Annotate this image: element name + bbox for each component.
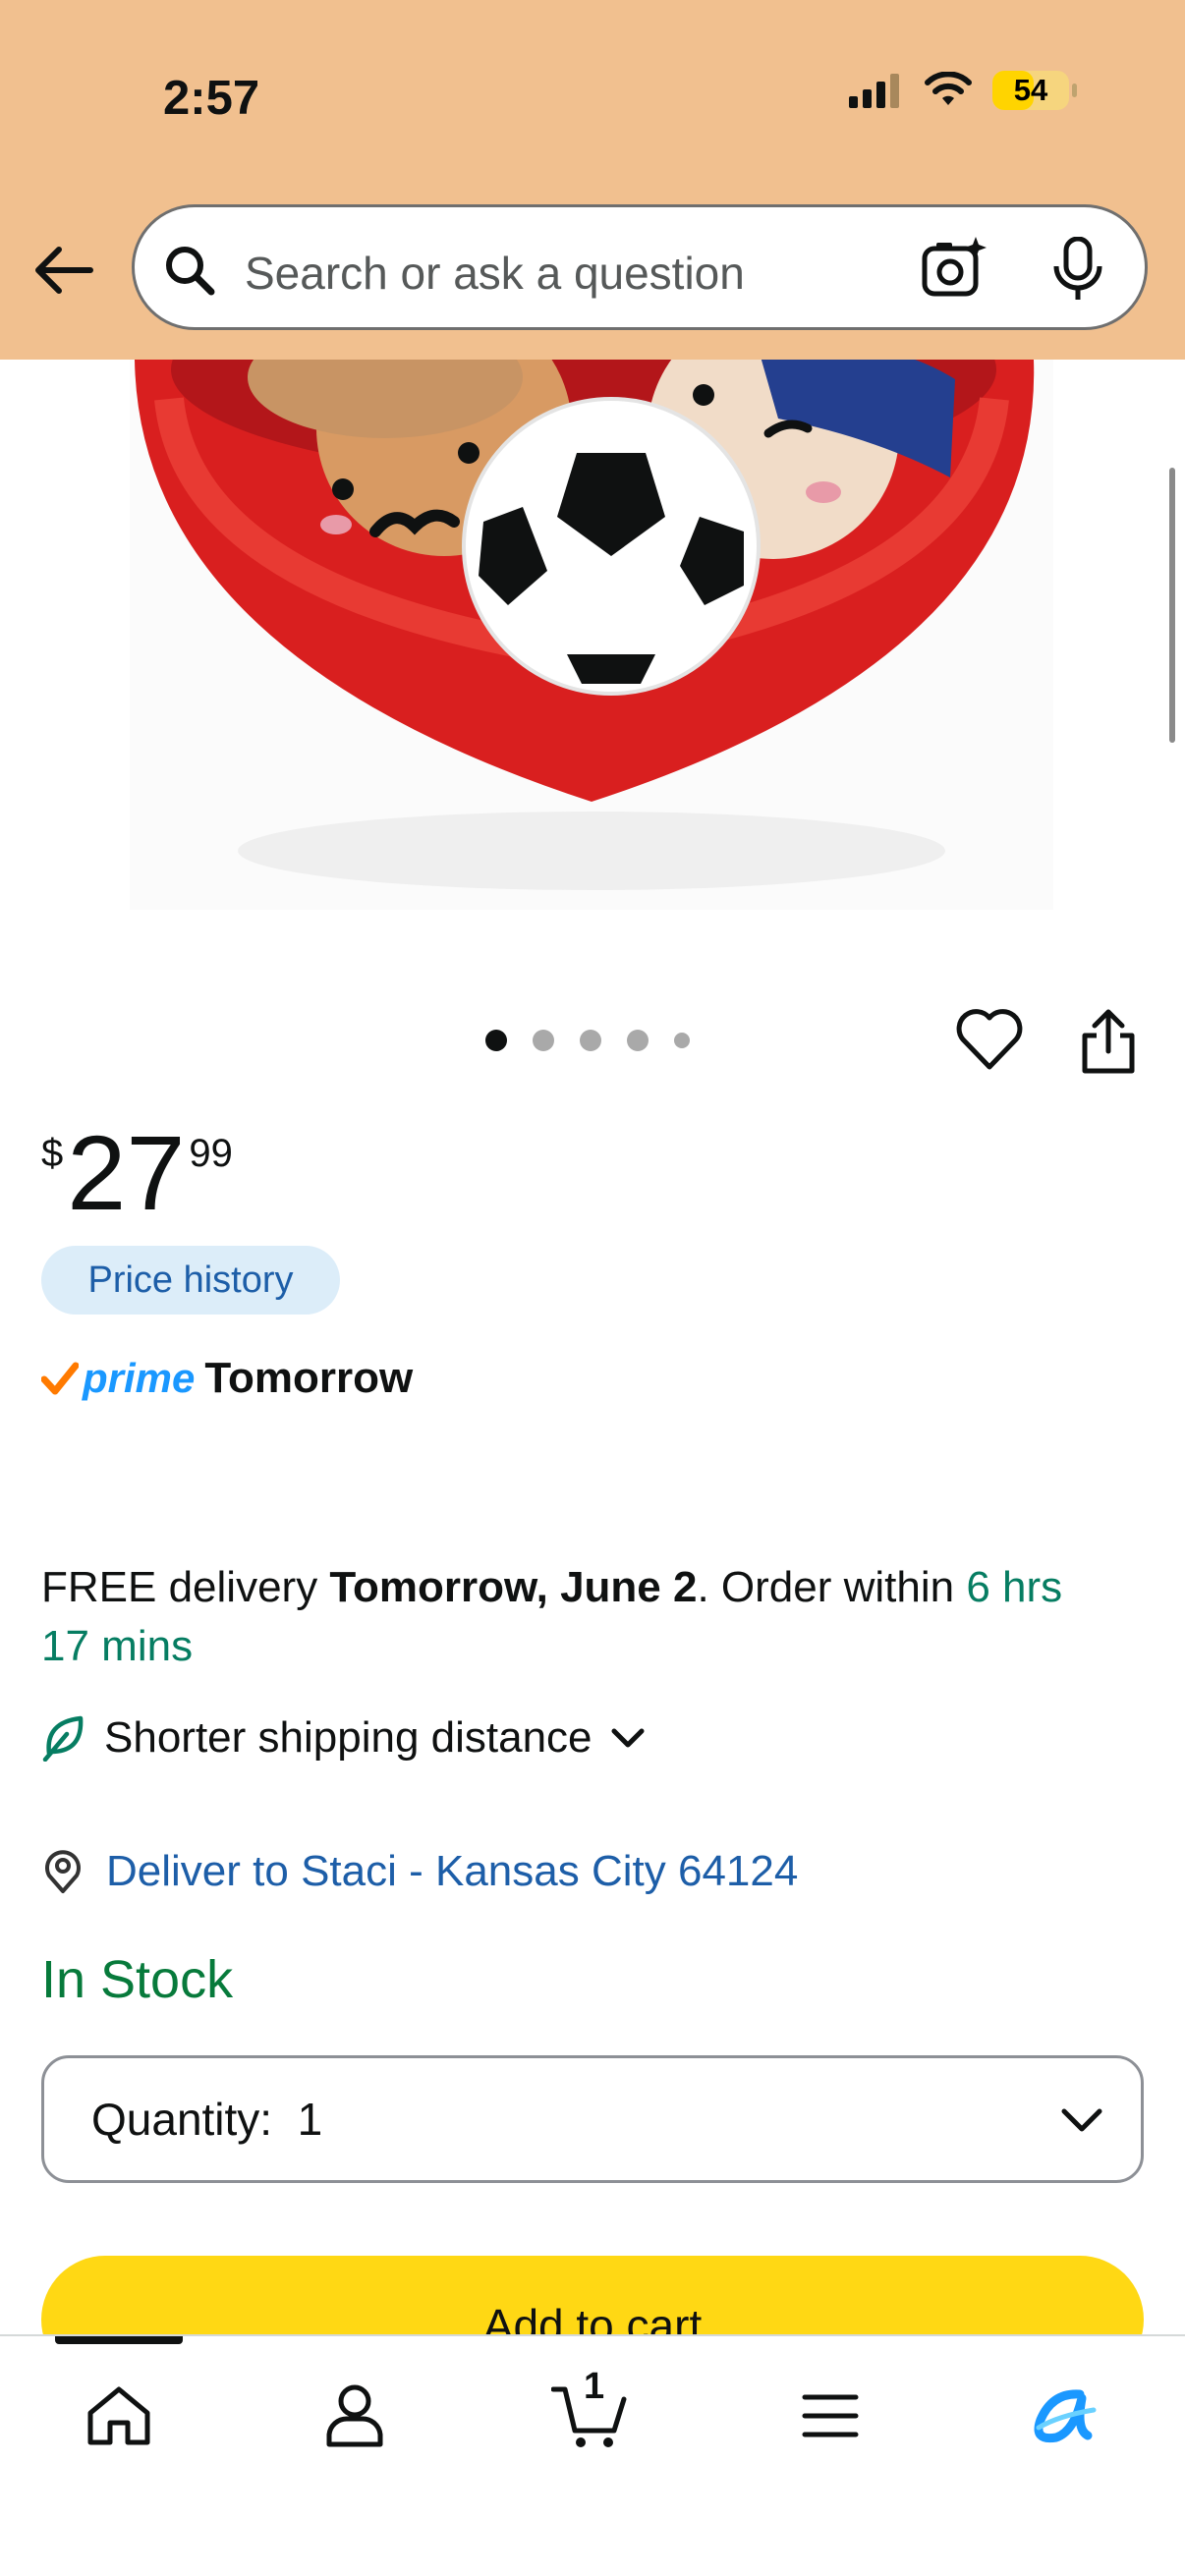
- heart-icon[interactable]: [955, 1008, 1024, 1071]
- home-icon: [87, 2386, 150, 2445]
- cart-count: 1: [584, 2366, 605, 2407]
- wifi-icon: [925, 72, 972, 105]
- price-symbol: $: [41, 1132, 64, 1175]
- nav-active-indicator: [55, 2336, 183, 2344]
- search-icon: [166, 247, 215, 296]
- price-fraction: 99: [189, 1132, 233, 1175]
- delivery-middle: . Order within: [697, 1563, 967, 1611]
- carousel-dot[interactable]: [533, 1030, 554, 1051]
- shipping-distance[interactable]: Shorter shipping distance: [41, 1713, 646, 1763]
- camera-icon[interactable]: [921, 235, 989, 302]
- delivery-date: Tomorrow, June 2: [329, 1563, 698, 1611]
- battery-icon: 54: [992, 71, 1077, 110]
- carousel-dot[interactable]: [674, 1033, 690, 1048]
- app-header: 2:57 54 Search or ask a question: [0, 0, 1185, 360]
- status-icons: 54: [847, 71, 1077, 110]
- search-input[interactable]: Search or ask a question: [245, 247, 745, 300]
- rufus-icon: [1034, 2389, 1097, 2443]
- account-icon: [326, 2384, 383, 2447]
- scrollbar[interactable]: [1169, 468, 1175, 743]
- share-icon[interactable]: [1079, 1008, 1138, 1075]
- search-bar[interactable]: Search or ask a question: [132, 204, 1148, 330]
- leaf-icon: [42, 1715, 84, 1762]
- nav-cart[interactable]: 1: [546, 2366, 635, 2460]
- delivery-prefix: FREE delivery: [41, 1563, 330, 1611]
- nav-account[interactable]: [310, 2372, 399, 2460]
- nav-menu[interactable]: [786, 2372, 875, 2460]
- shipping-note: Shorter shipping distance: [104, 1713, 592, 1762]
- location-pin-icon: [45, 1850, 81, 1893]
- stock-status: In Stock: [41, 1950, 234, 2009]
- carousel-dot[interactable]: [485, 1030, 507, 1051]
- chevron-down-icon: [1061, 2108, 1102, 2132]
- prime-badge: prime Tomorrow: [41, 1354, 413, 1403]
- bottom-nav: 1: [0, 2334, 1185, 2576]
- microphone-icon[interactable]: [1050, 237, 1105, 302]
- quantity-value: 1: [297, 2094, 323, 2145]
- prime-delivery: Tomorrow: [204, 1354, 414, 1402]
- nav-home[interactable]: [75, 2372, 163, 2460]
- quantity-label: Quantity:: [91, 2094, 273, 2145]
- chevron-down-icon: [611, 1728, 645, 1748]
- carousel-dot[interactable]: [627, 1030, 649, 1051]
- signal-icon: [849, 74, 899, 108]
- product-photo: [135, 360, 1035, 890]
- carousel-dot[interactable]: [580, 1030, 601, 1051]
- prime-check-icon: [41, 1362, 79, 1395]
- carousel-dots[interactable]: [485, 1030, 690, 1051]
- price: $ 27 99: [41, 1120, 233, 1226]
- product-image[interactable]: [130, 360, 1053, 910]
- menu-icon: [802, 2394, 859, 2437]
- prime-label: prime: [83, 1355, 196, 1401]
- deliver-to-link[interactable]: Deliver to Staci - Kansas City 64124: [41, 1847, 798, 1896]
- battery-cap: [1072, 84, 1077, 97]
- delivery-message: FREE delivery Tomorrow, June 2. Order wi…: [41, 1558, 1122, 1676]
- back-arrow-icon: [35, 247, 93, 294]
- battery-percent: 54: [1013, 73, 1048, 107]
- back-button[interactable]: [31, 238, 96, 303]
- price-history-button[interactable]: Price history: [41, 1246, 340, 1315]
- deliver-to-address: Deliver to Staci - Kansas City 64124: [106, 1847, 799, 1895]
- nav-rufus[interactable]: [1022, 2372, 1110, 2460]
- price-whole: 27: [67, 1113, 186, 1232]
- status-time: 2:57: [163, 72, 260, 125]
- quantity-select[interactable]: Quantity: 1: [41, 2055, 1144, 2183]
